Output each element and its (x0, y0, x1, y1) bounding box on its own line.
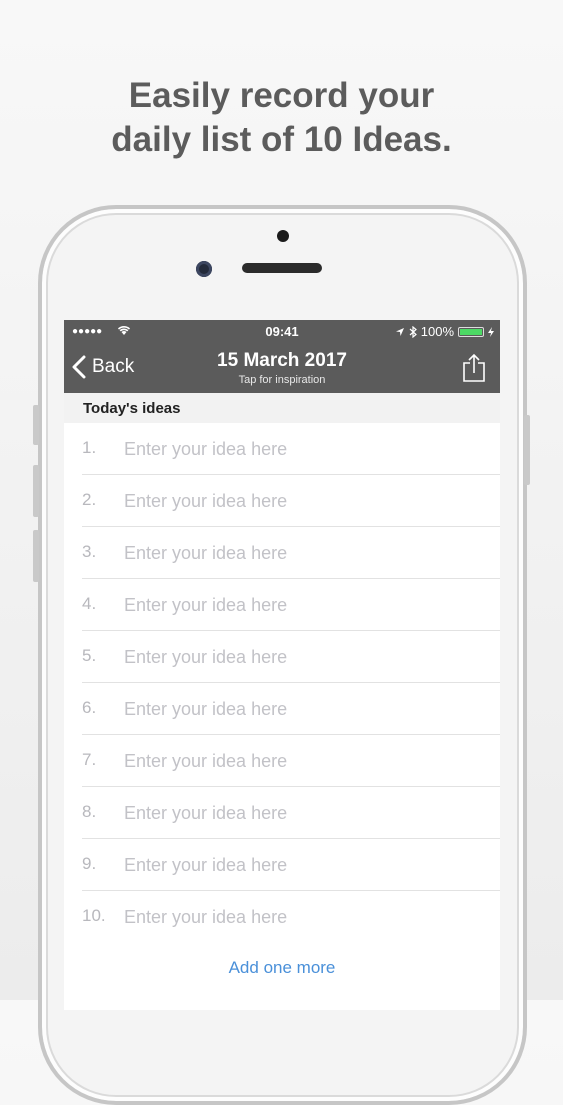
share-button[interactable] (462, 353, 486, 388)
idea-row: 7. (64, 735, 500, 787)
idea-row: 9. (64, 839, 500, 891)
volume-down-button (33, 530, 39, 582)
add-one-more-button[interactable]: Add one more (64, 958, 500, 978)
share-icon (463, 353, 485, 382)
idea-number: 9. (82, 854, 97, 873)
idea-number: 7. (82, 750, 97, 769)
charging-bolt-icon (488, 327, 494, 337)
location-arrow-icon (395, 328, 404, 336)
idea-input[interactable] (122, 537, 486, 569)
power-button (524, 415, 530, 485)
idea-number: 1. (82, 438, 97, 457)
idea-input[interactable] (122, 433, 486, 465)
battery-percentage: 100% (420, 324, 454, 339)
idea-number: 8. (82, 802, 97, 821)
idea-list: 1. 2. 3. 4. 5. 6. 7. 8. 9. 10. (64, 423, 500, 943)
idea-row: 6. (64, 683, 500, 735)
section-title: Today's ideas (83, 400, 181, 417)
idea-input[interactable] (122, 745, 486, 777)
idea-input[interactable] (122, 849, 486, 881)
front-camera (196, 261, 212, 277)
proximity-sensor (277, 230, 289, 242)
bluetooth-icon (409, 326, 417, 338)
phone-screen: ●●●●● 09:41 100% Back 15 March 2017 Tap … (64, 320, 500, 1010)
battery-level (460, 329, 482, 335)
status-right-group: 100% (395, 323, 494, 341)
side-button (33, 405, 39, 445)
idea-input[interactable] (122, 589, 486, 621)
idea-input[interactable] (122, 485, 486, 517)
idea-row: 4. (64, 579, 500, 631)
earpiece-speaker (242, 263, 322, 273)
headline-line-2: daily list of 10 Ideas. (111, 120, 452, 159)
idea-number: 3. (82, 542, 97, 561)
section-header: Today's ideas (64, 393, 500, 423)
idea-number: 2. (82, 490, 97, 509)
idea-row: 1. (64, 423, 500, 475)
volume-up-button (33, 465, 39, 517)
idea-input[interactable] (122, 901, 486, 933)
idea-row: 8. (64, 787, 500, 839)
idea-number: 10. (82, 906, 106, 925)
headline: Easily record your daily list of 10 Idea… (0, 74, 563, 162)
battery-icon (458, 327, 484, 337)
navigation-bar: ●●●●● 09:41 100% Back 15 March 2017 Tap … (64, 320, 500, 393)
date-title[interactable]: 15 March 2017 (64, 350, 500, 372)
idea-row: 3. (64, 527, 500, 579)
idea-number: 6. (82, 698, 97, 717)
inspiration-hint[interactable]: Tap for inspiration (64, 374, 500, 386)
idea-row: 5. (64, 631, 500, 683)
idea-number: 5. (82, 646, 97, 665)
idea-input[interactable] (122, 641, 486, 673)
idea-input[interactable] (122, 797, 486, 829)
idea-row: 2. (64, 475, 500, 527)
idea-input[interactable] (122, 693, 486, 725)
idea-row: 10. (64, 891, 500, 943)
idea-number: 4. (82, 594, 97, 613)
headline-line-1: Easily record your (128, 76, 435, 115)
